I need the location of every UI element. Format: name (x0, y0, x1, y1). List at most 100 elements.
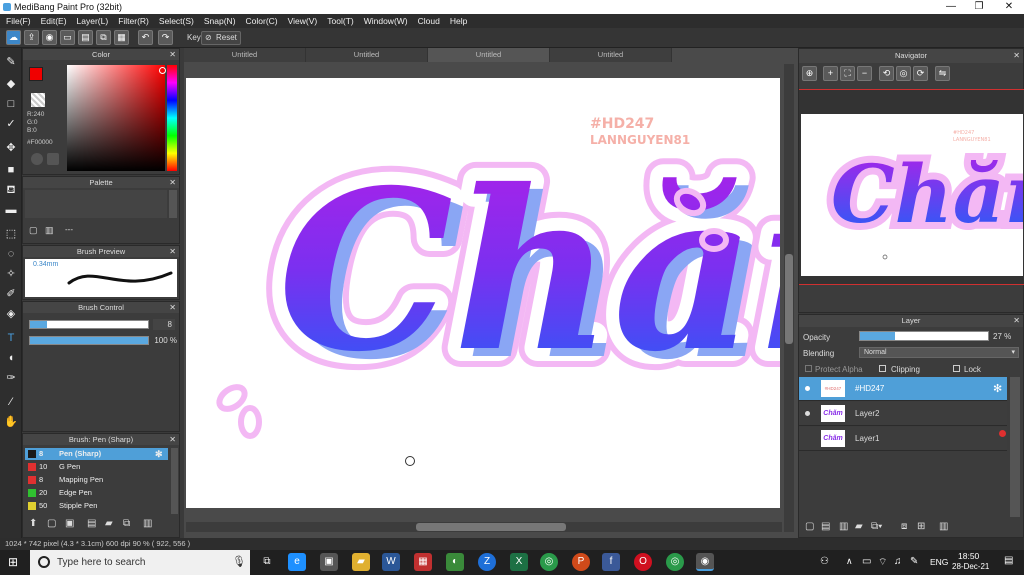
brush-document-icon[interactable]: ▤ (87, 518, 96, 529)
brush-size-value[interactable]: 8 (153, 319, 175, 330)
brush-item-pen-sharp[interactable]: 8 Pen (Sharp) ✻ (25, 448, 168, 460)
eyedropper-icon[interactable]: ✑ (3, 370, 19, 386)
palette-area[interactable] (25, 190, 167, 218)
brush-item-edge-pen[interactable]: 20 Edge Pen (25, 487, 165, 499)
palette-more[interactable]: --- (65, 225, 73, 234)
menu-view[interactable]: View(V) (288, 16, 318, 26)
menu-window[interactable]: Window(W) (364, 16, 408, 26)
new-palette-icon[interactable]: ▢ (29, 225, 38, 236)
brush-opacity-value[interactable]: 100 % (149, 335, 177, 346)
reset-button[interactable]: ⊘ Reset (201, 31, 241, 45)
layer-settings-icon[interactable]: ⊞ (917, 521, 925, 532)
rotate-left-icon[interactable]: ⟲ (879, 66, 894, 81)
color-wheel-icon[interactable] (31, 153, 43, 165)
menu-help[interactable]: Help (450, 16, 467, 26)
brush-settings-icon[interactable]: ⬆ (29, 518, 37, 529)
folder-icon[interactable]: ▰ (105, 518, 113, 529)
eraser-tool-icon[interactable]: ◆ (3, 76, 19, 92)
close-icon[interactable]: ✕ (1013, 49, 1020, 63)
brush-opacity-slider[interactable] (29, 336, 149, 345)
app-icon[interactable]: ◐ (446, 553, 464, 571)
clock-date[interactable]: 28-Dec-21 (952, 562, 989, 571)
chrome-profile-icon[interactable]: ◎ (666, 553, 684, 571)
menu-select[interactable]: Select(S) (159, 16, 194, 26)
hue-slider[interactable] (167, 65, 177, 171)
copy-icon[interactable]: ⧉ (96, 30, 111, 45)
cloud-icon[interactable]: ☁ (6, 30, 21, 45)
pen-icon[interactable]: ✎ (910, 556, 918, 567)
facebook-icon[interactable]: f (602, 553, 620, 571)
gradient-tool-icon[interactable]: ▬ (3, 202, 19, 218)
new-brush-icon[interactable]: ▢ (47, 518, 56, 529)
store-icon[interactable]: ▣ (320, 553, 338, 571)
menu-snap[interactable]: Snap(N) (204, 16, 236, 26)
navigator-thumbnail[interactable]: Chăm Chăm #HD247 LANNGUYEN81 (801, 114, 1023, 276)
tab-document-3[interactable]: Untitled (428, 48, 550, 62)
palette-add-icon[interactable] (47, 153, 59, 165)
duplicate-layer-icon[interactable]: ⧉▾ (871, 521, 882, 532)
tab-document-1[interactable]: Untitled (184, 48, 306, 62)
layer-row-hd247[interactable]: #HD247 #HD247 ✻ (799, 377, 1007, 401)
menu-color[interactable]: Color(C) (246, 16, 278, 26)
brush-item-mapping-pen[interactable]: 8 Mapping Pen (25, 474, 165, 486)
trash-icon[interactable]: ▥ (143, 518, 152, 529)
horizontal-scrollbar[interactable] (186, 522, 782, 532)
close-icon[interactable]: ✕ (169, 246, 176, 257)
menu-filter[interactable]: Filter(R) (118, 16, 149, 26)
eye-icon[interactable] (805, 411, 810, 416)
menu-layer[interactable]: Layer(L) (77, 16, 109, 26)
tab-document-2[interactable]: Untitled (306, 48, 428, 62)
opera-icon[interactable]: O (634, 553, 652, 571)
minimize-icon[interactable]: — (936, 0, 966, 14)
menu-cloud[interactable]: Cloud (418, 16, 440, 26)
language-indicator[interactable]: ENG (930, 557, 948, 567)
protect-alpha-checkbox[interactable] (805, 365, 812, 372)
layer-opacity-slider[interactable] (859, 331, 989, 341)
divide-tool-icon[interactable]: ◖ (3, 350, 19, 366)
dot-tool-icon[interactable]: □ (3, 96, 19, 112)
close-icon[interactable]: ✕ (169, 49, 176, 60)
close-icon[interactable]: ✕ (994, 0, 1024, 14)
volume-icon[interactable]: ♫ (894, 556, 902, 567)
maximize-icon[interactable]: ❐ (964, 0, 994, 14)
panel-icon[interactable]: ▤ (78, 30, 93, 45)
close-icon[interactable]: ✕ (169, 302, 176, 313)
duplicate-icon[interactable]: ⧉ (123, 518, 130, 529)
select-pen-icon[interactable]: ✐ (3, 286, 19, 302)
brush-item-g-pen[interactable]: 10 G Pen (25, 461, 165, 473)
drawing-canvas[interactable]: Chăm Chăm Chăm Chăm #HD247 LANNGUYEN81 (186, 78, 780, 508)
redo-icon[interactable]: ↷ (158, 30, 173, 45)
export-icon[interactable]: ⇪ (24, 30, 39, 45)
vertical-scroll-thumb[interactable] (785, 254, 793, 344)
folder-icon[interactable]: ▰ (855, 521, 863, 532)
notification-icon[interactable]: ▤ (1004, 555, 1013, 566)
blending-select[interactable]: Normal ▾ (859, 347, 1019, 358)
rotate-reset-icon[interactable]: ◎ (896, 66, 911, 81)
rotate-right-icon[interactable]: ⟳ (913, 66, 928, 81)
add-brush-icon[interactable]: ▣ (65, 518, 74, 529)
hidden-layer-icon[interactable] (999, 430, 1006, 437)
zoom-out-icon[interactable]: − (857, 66, 872, 81)
zoom-fit-icon[interactable]: ⊕ (802, 66, 817, 81)
gear-icon[interactable]: ✻ (155, 448, 163, 460)
people-icon[interactable]: ⚇ (820, 556, 829, 567)
wifi-icon[interactable]: ⌔ (878, 556, 887, 569)
close-icon[interactable]: ✕ (169, 434, 176, 445)
move-tool-icon[interactable]: ✥ (3, 140, 19, 156)
clock-time[interactable]: 18:50 (958, 551, 979, 561)
horizontal-scroll-thumb[interactable] (416, 523, 566, 531)
windows-start-icon[interactable]: ⊞ (8, 555, 22, 569)
battery-icon[interactable]: ▭ (862, 556, 871, 567)
trash-icon[interactable]: ▥ (939, 521, 948, 532)
clipping-checkbox[interactable] (879, 365, 886, 372)
zoom-in-icon[interactable]: + (823, 66, 838, 81)
layer-row-layer1[interactable]: Chăm Layer1 (799, 427, 1007, 451)
saturation-value-picker[interactable] (67, 65, 165, 171)
chrome-icon[interactable]: ◎ (540, 553, 558, 571)
hand-tool-icon[interactable]: ✋ (3, 414, 19, 430)
zalo-icon[interactable]: Z (478, 553, 496, 571)
eye-icon[interactable] (805, 386, 810, 391)
transparent-swatch[interactable] (31, 93, 45, 107)
frame-icon[interactable]: ▭ (60, 30, 75, 45)
task-view-icon[interactable]: ⧉ (258, 553, 276, 571)
